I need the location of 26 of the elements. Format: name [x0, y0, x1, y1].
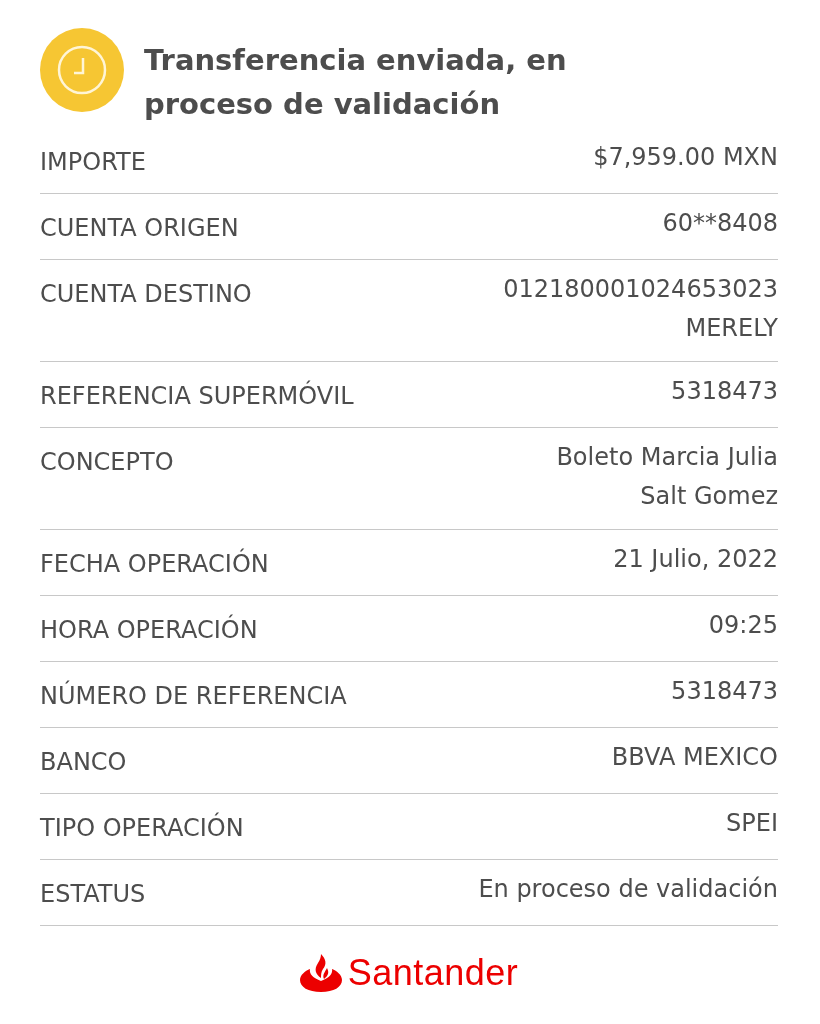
detail-label: CONCEPTO [40, 447, 174, 478]
detail-value: 09:25 [708, 610, 778, 641]
detail-label: CUENTA ORIGEN [40, 213, 239, 244]
detail-value: 5318473 [671, 376, 778, 407]
brand-name: Santander [347, 952, 519, 994]
detail-value: 60**8408 [662, 208, 778, 239]
detail-label: FECHA OPERACIÓN [40, 547, 269, 580]
detail-label: REFERENCIA SUPERMÓVIL [40, 379, 354, 412]
detail-label: BANCO [40, 747, 127, 778]
detail-label: HORA OPERACIÓN [40, 613, 258, 646]
detail-label: CUENTA DESTINO [40, 279, 252, 310]
detail-value: 5318473 [671, 676, 778, 707]
detail-value: En proceso de validación [478, 874, 778, 905]
detail-value: BBVA MEXICO [611, 742, 778, 773]
detail-value: 012180001024653023 MERELY [503, 274, 778, 344]
clock-icon [40, 28, 124, 112]
detail-value: $7,959.00 MXN [593, 142, 778, 173]
detail-value: 21 Julio, 2022 [613, 544, 778, 575]
detail-label: NÚMERO DE REFERENCIA [40, 679, 347, 712]
detail-value: Boleto Marcia Julia Salt Gomez [556, 442, 778, 512]
detail-label: TIPO OPERACIÓN [40, 811, 244, 844]
detail-value: SPEI [726, 808, 778, 839]
status-title: Transferencia enviada, en proceso de validación [144, 42, 568, 123]
detail-label: IMPORTE [40, 147, 146, 178]
flame-icon [299, 954, 342, 992]
detail-label: ESTATUS [40, 879, 146, 910]
